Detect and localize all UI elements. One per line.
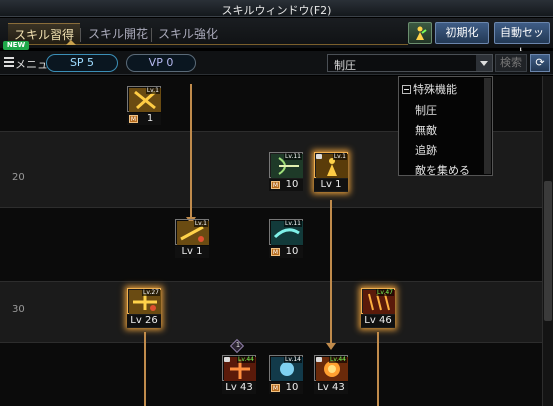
skill-req-level: Lv.47: [376, 289, 394, 296]
skill-connector: [330, 200, 332, 344]
scrollbar-thumb[interactable]: [544, 181, 552, 321]
skill-req-level: Lv.44: [329, 356, 347, 363]
skill-req-level: Lv.11: [284, 153, 302, 160]
connector-arrow-icon: [326, 343, 336, 350]
skill-node[interactable]: Lv.1 Lv 1: [314, 152, 348, 192]
skill-level: Lv 43: [222, 382, 256, 394]
lock-icon: [316, 154, 322, 159]
dropdown-option[interactable]: 無敵: [415, 122, 437, 138]
skill-node[interactable]: Lv.1 Lv 1: [175, 219, 209, 259]
skill-level: Lv 1: [175, 246, 209, 258]
skill-cost: 1: [146, 113, 154, 124]
lock-icon: [224, 357, 230, 362]
search-button[interactable]: 検索: [495, 54, 527, 72]
dropdown-group-label: 特殊機能: [413, 83, 457, 96]
skill-cost: 10: [285, 246, 299, 257]
new-badge: NEW: [3, 41, 29, 50]
skill-node[interactable]: Lv.44 Lv 43: [314, 355, 348, 395]
skill-req-level: Lv.11: [284, 220, 302, 227]
reset-button[interactable]: 初期化: [435, 22, 489, 44]
skill-level: Lv 1: [314, 179, 348, 191]
active-tab-indicator: [66, 40, 76, 45]
skill-connector: [144, 332, 146, 406]
skill-node[interactable]: Lv.1 M1: [127, 86, 161, 126]
skill-node[interactable]: Lv.44 Lv 43: [222, 355, 256, 395]
skill-req-level: Lv.27: [142, 289, 160, 296]
sp-counter: SP 5: [46, 54, 118, 72]
scrollbar[interactable]: [542, 76, 553, 406]
collapse-icon[interactable]: [402, 85, 411, 94]
skill-req-level: Lv.1: [332, 153, 347, 160]
skill-node[interactable]: Lv.11 M 10: [269, 219, 303, 259]
dropdown-group-header[interactable]: 特殊機能: [402, 81, 457, 97]
skill-req-level: Lv.44: [237, 356, 255, 363]
row-level-label: 20: [12, 172, 25, 183]
skill-connector: [190, 84, 192, 218]
refresh-icon[interactable]: ⟳: [530, 54, 550, 72]
chevron-down-icon[interactable]: [476, 55, 492, 71]
skill-node[interactable]: Lv.14 M 10: [269, 355, 303, 395]
row-level-label: 30: [12, 304, 25, 315]
tab-skill-bloom[interactable]: スキル開花: [82, 23, 154, 45]
window-titlebar[interactable]: スキルウィンドウ(F2): [0, 0, 553, 17]
skill-node[interactable]: Lv.27 Lv 26: [127, 288, 161, 328]
auto-set-button[interactable]: 自動セット: [494, 22, 550, 59]
filter-dropdown[interactable]: 制圧: [327, 54, 493, 72]
dropdown-option[interactable]: 追跡: [415, 142, 437, 158]
grid-row: [0, 282, 542, 342]
vp-counter: VP 0: [126, 54, 196, 72]
filter-dropdown-list: 特殊機能 制圧 無敵 追跡 敵を集める: [398, 76, 493, 178]
skill-cost: 10: [285, 179, 299, 190]
skill-level: Lv 43: [314, 382, 348, 394]
skill-req-level: Lv.14: [284, 356, 302, 363]
tab-separator: [80, 28, 81, 42]
skill-connector: [377, 332, 379, 406]
skill-node[interactable]: Lv.11 M 10: [269, 152, 303, 192]
tab-skill-enhance[interactable]: スキル強化: [152, 23, 224, 45]
skill-level: Lv 26: [127, 315, 161, 327]
mastery-icon: M: [271, 248, 280, 256]
window-title: スキルウィンドウ(F2): [221, 4, 332, 17]
skill-node[interactable]: Lv.47 Lv 46: [361, 288, 395, 328]
menu-icon[interactable]: [4, 57, 14, 67]
dropdown-scrollbar[interactable]: [484, 78, 491, 174]
skill-cost: 10: [285, 382, 299, 393]
skill-req-level: Lv.1: [145, 87, 160, 94]
toolbar: メニュー SP 5 VP 0 制圧 検索 ⟳: [0, 51, 553, 75]
mastery-icon: M: [271, 181, 280, 189]
requirement-marker: 1: [235, 341, 241, 349]
skill-level: Lv 46: [361, 315, 395, 327]
skill-req-level: Lv.1: [193, 220, 208, 227]
skill-figure-icon: [416, 26, 427, 40]
dropdown-option[interactable]: 制圧: [415, 102, 437, 118]
filter-selected-value: 制圧: [334, 59, 356, 72]
lock-icon: [316, 357, 322, 362]
skill-preset-button[interactable]: [408, 22, 432, 44]
mastery-icon: M: [129, 115, 138, 123]
mastery-icon: M: [271, 384, 280, 392]
dropdown-option[interactable]: 敵を集める: [415, 162, 470, 178]
